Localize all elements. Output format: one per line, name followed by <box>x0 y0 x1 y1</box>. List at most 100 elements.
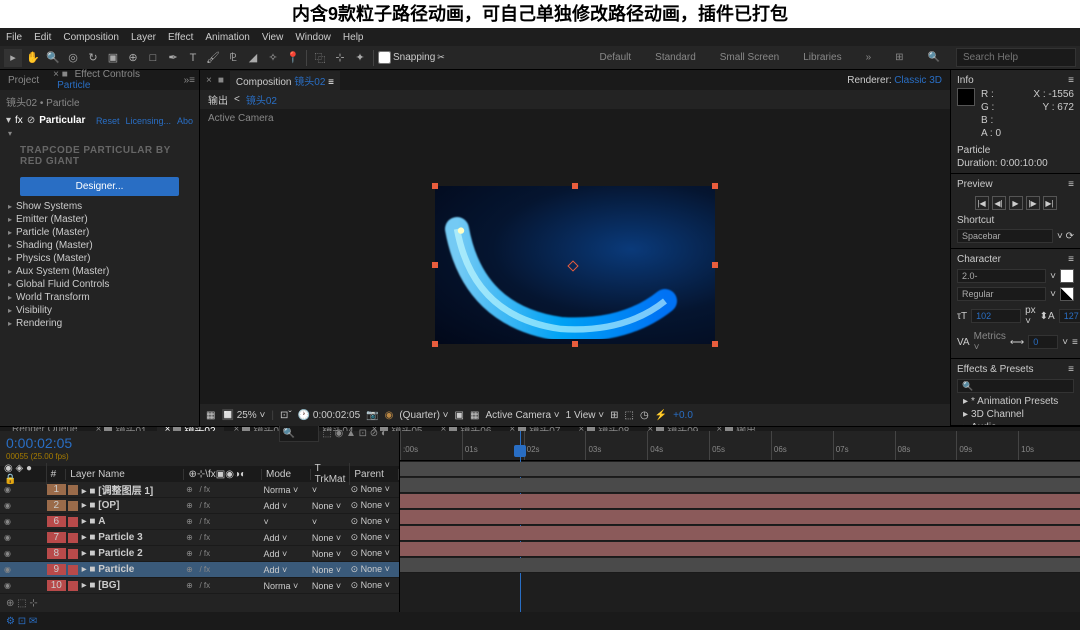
font-size-input[interactable] <box>971 309 1021 323</box>
camera-dropdown[interactable]: Active Camera ˅ <box>485 410 559 421</box>
group-shading[interactable]: Shading (Master) <box>16 240 93 251</box>
resolution-dropdown[interactable]: (Quarter) ˅ <box>399 410 448 421</box>
fill-color[interactable] <box>1060 269 1074 283</box>
workspace-libraries[interactable]: Libraries <box>795 48 849 67</box>
prev-frame-button[interactable]: ◀| <box>992 196 1006 210</box>
shortcut-dropdown[interactable]: Spacebar <box>957 229 1053 243</box>
zoom-dropdown[interactable]: 🔲 25% ˅ <box>221 410 265 421</box>
exposure-value[interactable]: +0.0 <box>673 410 693 421</box>
menu-layer[interactable]: Layer <box>131 32 156 43</box>
handle-tl[interactable] <box>432 183 438 189</box>
layer-bar[interactable] <box>400 558 1080 572</box>
preset-audio[interactable]: Audio <box>971 422 997 426</box>
search-help-input[interactable] <box>956 48 1076 67</box>
leading-input[interactable] <box>1059 309 1080 323</box>
layer-bar[interactable] <box>400 510 1080 524</box>
ruler-tick[interactable]: 10s <box>1018 431 1080 460</box>
menu-animation[interactable]: Animation <box>205 32 249 43</box>
layer-row[interactable]: ◉8▸ ■ Particle 2⊕ / fx Add ˅None ˅⊙ None… <box>0 546 399 562</box>
designer-button[interactable]: Designer... <box>20 177 179 196</box>
visibility-icon[interactable]: ◉ <box>4 485 14 495</box>
handle-bm[interactable] <box>572 341 578 347</box>
ruler-tick[interactable]: :00s <box>400 431 462 460</box>
char-menu-icon[interactable]: ≡ <box>1068 254 1074 265</box>
transparency-icon[interactable]: ▦ <box>470 410 479 421</box>
crumb-active[interactable]: 镜头02 <box>246 92 277 107</box>
ruler-tick[interactable]: 03s <box>585 431 647 460</box>
group-physics[interactable]: Physics (Master) <box>16 253 90 264</box>
ruler-tick[interactable]: 08s <box>895 431 957 460</box>
mask-icon[interactable]: ⬚ <box>625 410 634 421</box>
layer-bar[interactable] <box>400 526 1080 540</box>
fx-mask-icon[interactable]: ⊘ <box>27 115 35 126</box>
about-link[interactable]: Abo <box>177 116 193 126</box>
camera-tool[interactable]: ▣ <box>104 49 122 67</box>
status-icon[interactable]: ⚙ ⊡ ✉ <box>6 616 37 627</box>
font-dropdown[interactable]: 2.0- <box>957 269 1046 283</box>
group-show-systems[interactable]: Show Systems <box>16 201 82 212</box>
handle-mr[interactable] <box>712 262 718 268</box>
group-world[interactable]: World Transform <box>16 292 90 303</box>
menu-effect[interactable]: Effect <box>168 32 193 43</box>
layer-row[interactable]: ◉2▸ ■ [OP]⊕ / fx Add ˅None ˅⊙ None ˅ <box>0 498 399 514</box>
mesh-icon[interactable]: ⿻ <box>311 49 329 67</box>
reset-link[interactable]: Reset <box>96 116 120 126</box>
text-tool[interactable]: T <box>184 49 202 67</box>
shape-tool[interactable]: □ <box>144 49 162 67</box>
group-rendering[interactable]: Rendering <box>16 318 62 329</box>
ext-icon[interactable]: ⊞ <box>887 48 911 67</box>
menu-view[interactable]: View <box>262 32 284 43</box>
menu-file[interactable]: File <box>6 32 22 43</box>
pan-behind-tool[interactable]: ⊕ <box>124 49 142 67</box>
brush-tool[interactable]: 🖌 <box>204 49 222 67</box>
visibility-icon[interactable]: ◉ <box>4 501 14 511</box>
layer-row[interactable]: ◉6▸ ■ A⊕ / fx ˅ ˅⊙ None ˅ <box>0 514 399 530</box>
3d-icon[interactable]: ⚡ <box>655 410 667 421</box>
view-dropdown[interactable]: 1 View ˅ <box>566 410 604 421</box>
composition-viewer[interactable] <box>200 126 950 404</box>
clone-tool[interactable]: ⅊ <box>224 49 242 67</box>
layer-bar[interactable] <box>400 494 1080 508</box>
comp-tab[interactable]: Composition 镜头02 ≡ <box>230 71 340 90</box>
style-dropdown[interactable]: Regular <box>957 287 1046 301</box>
panel-menu-icon[interactable]: »≡ <box>180 73 199 88</box>
layer-row[interactable]: ◉1▸ ■ [调整图层 1]⊕ / fx Norma ˅ ˅⊙ None ˅ <box>0 482 399 498</box>
group-particle[interactable]: Particle (Master) <box>16 227 89 238</box>
layer-bar[interactable] <box>400 542 1080 556</box>
collapse-arrow[interactable]: ▾ <box>8 129 12 138</box>
ruler-tick[interactable]: 07s <box>833 431 895 460</box>
guide-icon[interactable]: ⊞ <box>610 410 618 421</box>
fx-toggle-arrow[interactable]: ▾ <box>6 115 11 126</box>
rotate-tool[interactable]: ↻ <box>84 49 102 67</box>
group-emitter[interactable]: Emitter (Master) <box>16 214 88 225</box>
first-frame-button[interactable]: |◀ <box>975 196 989 210</box>
workspace-default[interactable]: Default <box>591 48 639 67</box>
fx-search-input[interactable] <box>957 379 1074 393</box>
ruler-tick[interactable]: 06s <box>771 431 833 460</box>
layer-bar[interactable] <box>400 462 1080 476</box>
visibility-icon[interactable]: ◉ <box>4 517 14 527</box>
menu-help[interactable]: Help <box>343 32 364 43</box>
timecode[interactable]: 0:00:02:05 <box>6 435 72 451</box>
layer-search-input[interactable] <box>279 425 319 442</box>
menu-edit[interactable]: Edit <box>34 32 51 43</box>
zoom-tool[interactable]: 🔍 <box>44 49 62 67</box>
crumb-output[interactable]: 输出 <box>208 92 228 107</box>
timecode-icon[interactable]: ◷ <box>640 410 649 421</box>
res-toggle[interactable]: ⊡ˇ <box>280 410 292 421</box>
world-axis-icon[interactable]: ✦ <box>351 49 369 67</box>
menu-composition[interactable]: Composition <box>63 32 119 43</box>
fx-presets-menu-icon[interactable]: ≡ <box>1068 364 1074 375</box>
visibility-icon[interactable]: ◉ <box>4 581 14 591</box>
preview-menu-icon[interactable]: ≡ <box>1068 179 1074 190</box>
mag-icon[interactable]: ▦ <box>206 410 215 421</box>
layer-row[interactable]: ◉10▸ ■ [BG]⊕ / fx Norma ˅None ˅⊙ None ˅ <box>0 578 399 594</box>
fx-enable-checkbox[interactable]: fx <box>15 115 23 126</box>
stroke-color[interactable] <box>1060 287 1074 301</box>
handle-br[interactable] <box>712 341 718 347</box>
pen-tool[interactable]: ✒ <box>164 49 182 67</box>
ruler-tick[interactable]: 05s <box>709 431 771 460</box>
time-display[interactable]: 🕐 0:00:02:05 <box>298 410 361 421</box>
orbit-tool[interactable]: ◎ <box>64 49 82 67</box>
group-aux[interactable]: Aux System (Master) <box>16 266 109 277</box>
